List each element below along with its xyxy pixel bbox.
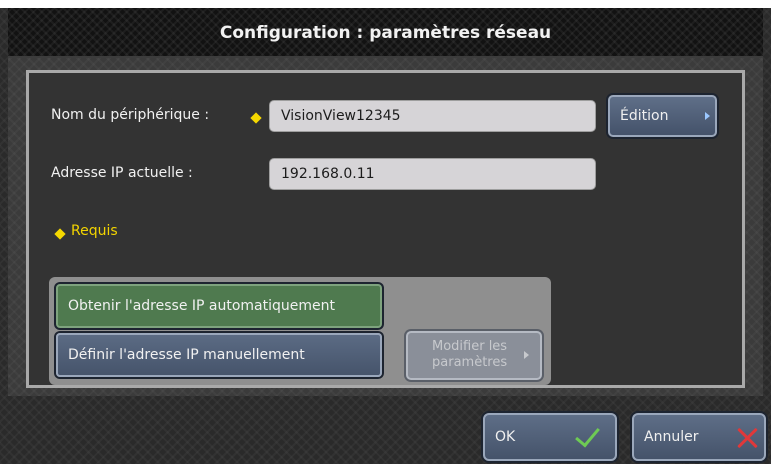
chevron-right-icon: [524, 351, 529, 359]
device-name-label: Nom du périphérique :: [51, 107, 210, 123]
device-name-field[interactable]: VisionView12345: [269, 100, 596, 132]
edit-button[interactable]: Édition: [608, 95, 717, 137]
network-settings-panel: Nom du périphérique : VisionView12345 Éd…: [26, 70, 745, 388]
title-bar: Configuration : paramètres réseau: [8, 8, 763, 58]
cancel-button-label: Annuler: [644, 429, 699, 445]
cancel-button[interactable]: Annuler: [632, 413, 766, 461]
ip-address-label: Adresse IP actuelle :: [51, 165, 193, 181]
ip-mode-group: Obtenir l'adresse IP automatiquement Déf…: [49, 277, 551, 385]
window-title: Configuration : paramètres réseau: [219, 23, 552, 43]
set-ip-manually-option[interactable]: Définir l'adresse IP manuellement: [56, 333, 382, 377]
required-diamond-icon: [54, 228, 66, 240]
required-legend: Requis: [71, 223, 118, 239]
ok-button-label: OK: [495, 429, 516, 445]
check-icon: [575, 421, 600, 448]
ip-address-field: 192.168.0.11: [269, 158, 596, 190]
dialog-body: Nom du périphérique : VisionView12345 Éd…: [8, 58, 763, 396]
close-icon: [736, 427, 758, 449]
required-diamond-icon: [250, 112, 262, 124]
edit-button-label: Édition: [620, 108, 669, 124]
ok-button[interactable]: OK: [483, 413, 617, 461]
app-frame: Configuration : paramètres réseau Nom du…: [0, 0, 771, 464]
obtain-ip-automatically-option[interactable]: Obtenir l'adresse IP automatiquement: [56, 284, 382, 328]
modify-settings-button[interactable]: Modifier les paramètres: [406, 331, 542, 380]
top-edge: [0, 0, 771, 8]
chevron-right-icon: [705, 112, 710, 120]
